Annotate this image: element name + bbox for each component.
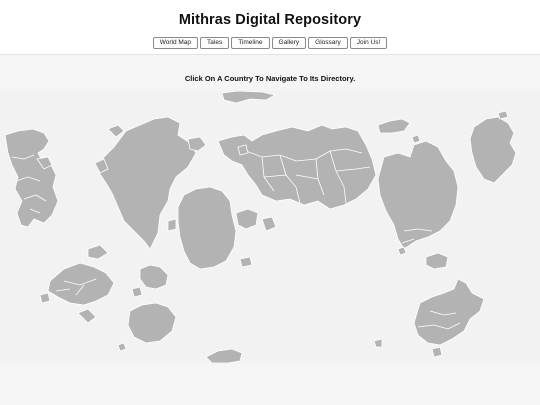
country-south-central-isle[interactable]	[139, 264, 169, 290]
nav-glossary-button[interactable]: Glossary	[308, 37, 348, 49]
nav-world-map-button[interactable]: World Map	[152, 37, 199, 49]
country-southwest-islet-b[interactable]	[77, 308, 97, 324]
country-southeast-islet-b[interactable]	[397, 246, 407, 256]
country-southwest-islet-a[interactable]	[87, 244, 109, 260]
country-southwest-islet-c[interactable]	[39, 292, 51, 304]
map-instruction: Click On A Country To Navigate To Its Di…	[184, 74, 356, 83]
country-southern-isle[interactable]	[127, 302, 177, 344]
country-southeast-islet-a[interactable]	[425, 252, 449, 270]
country-central-south-islet-b[interactable]	[261, 216, 277, 232]
site-header: Mithras Digital Repository World Map Tal…	[0, 0, 540, 55]
nav-timeline-button[interactable]: Timeline	[231, 37, 270, 49]
country-south-central-islet[interactable]	[131, 286, 143, 298]
nav-gallery-button[interactable]: Gallery	[271, 37, 307, 49]
country-southeast-continent[interactable]	[413, 278, 485, 346]
country-northern-strip[interactable]	[221, 91, 277, 104]
main-nav: World Map Tales Timeline Gallery Glossar…	[0, 37, 540, 49]
country-central-south[interactable]	[177, 186, 237, 270]
country-southeast-islet-c[interactable]	[373, 338, 383, 348]
world-map	[0, 91, 540, 363]
country-eastern-continent[interactable]	[377, 140, 459, 250]
country-central-south-islet-d[interactable]	[239, 256, 253, 268]
country-southwest-main[interactable]	[47, 262, 115, 306]
country-central-south-islet-c[interactable]	[167, 218, 177, 232]
nav-join-us-button[interactable]: Join Us!	[349, 37, 388, 49]
country-central-north[interactable]	[217, 124, 377, 210]
country-eastern-islet-small[interactable]	[411, 134, 421, 144]
country-eastern-north-islet[interactable]	[377, 118, 411, 134]
country-far-east-islet[interactable]	[497, 110, 509, 120]
page-footer-space	[0, 363, 540, 405]
country-central-north-islet[interactable]	[237, 144, 249, 156]
country-southeast-islet-d[interactable]	[431, 346, 443, 358]
world-map-svg	[4, 91, 517, 363]
page: Mithras Digital Repository World Map Tal…	[0, 0, 540, 405]
country-northwest-islet[interactable]	[107, 124, 125, 138]
site-title: Mithras Digital Repository	[178, 12, 362, 28]
country-central-islet-north[interactable]	[187, 136, 207, 152]
country-far-east-isle[interactable]	[469, 116, 517, 184]
nav-tales-button[interactable]: Tales	[200, 37, 230, 49]
country-southern-islet[interactable]	[117, 342, 127, 352]
country-southern-strip[interactable]	[205, 348, 243, 363]
country-central-south-islet-a[interactable]	[235, 208, 259, 230]
